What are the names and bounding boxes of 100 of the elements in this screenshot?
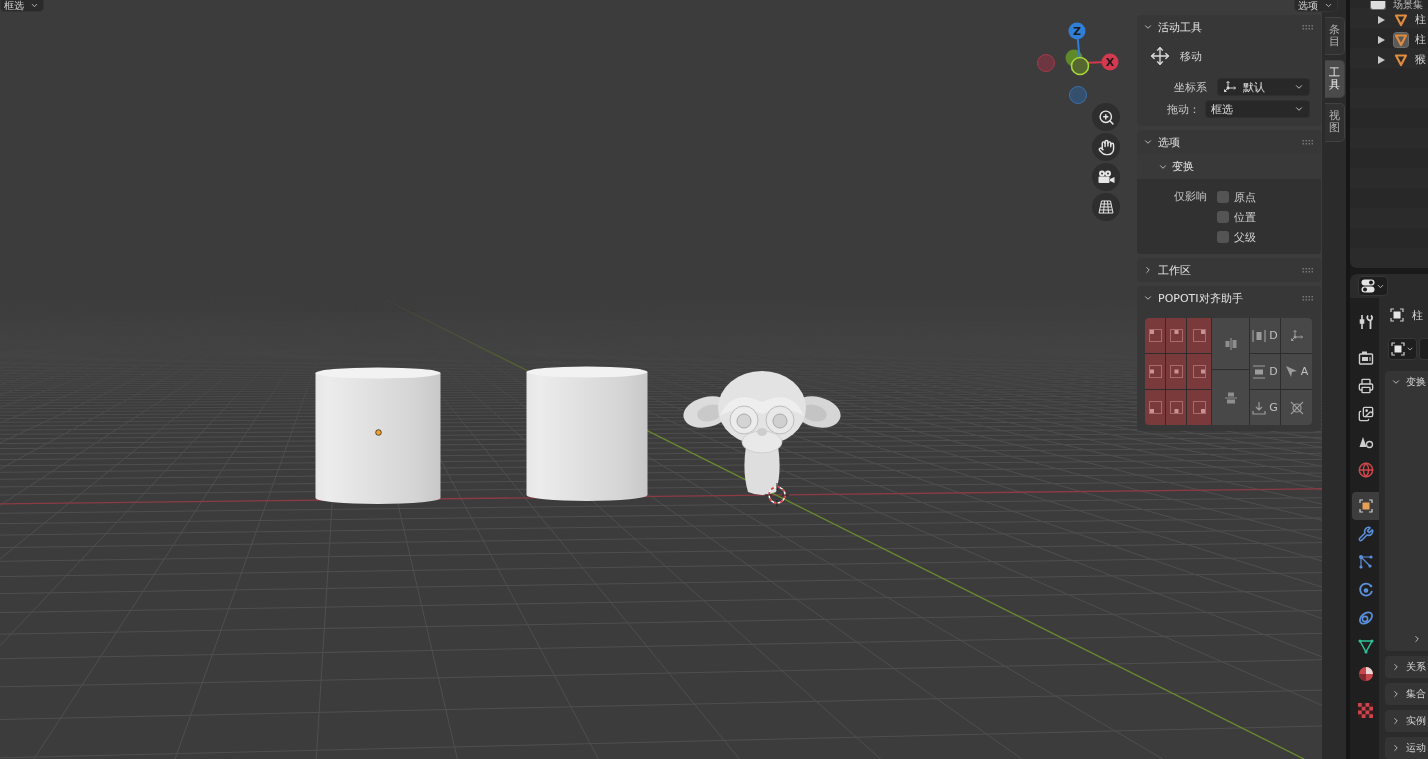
align-icon bbox=[1192, 401, 1206, 414]
panel-title[interactable]: 选项 bbox=[1158, 134, 1297, 150]
tool-button[interactable]: D bbox=[1250, 354, 1280, 389]
drag-handle-icon[interactable] bbox=[1302, 267, 1314, 273]
caret-icon bbox=[1324, 1, 1333, 10]
chevron-right-icon[interactable] bbox=[1391, 743, 1401, 753]
drag-handle-icon[interactable] bbox=[1302, 24, 1314, 30]
editor-type-button[interactable] bbox=[1358, 276, 1388, 296]
name-field[interactable] bbox=[1419, 338, 1428, 360]
tool-name: 移动 bbox=[1180, 48, 1202, 64]
outliner-item-label[interactable]: 场景集 bbox=[1393, 0, 1423, 10]
camera-view-button[interactable] bbox=[1092, 163, 1120, 191]
object-square-icon bbox=[1390, 308, 1404, 322]
tool-button[interactable] bbox=[1281, 390, 1312, 425]
axis-handle[interactable] bbox=[1037, 54, 1055, 72]
tool-button[interactable]: A bbox=[1281, 354, 1312, 389]
checkbox-label[interactable]: 父级 bbox=[1234, 229, 1256, 245]
checkbox-label[interactable]: 位置 bbox=[1234, 209, 1256, 225]
checkerboard-icon bbox=[1358, 702, 1373, 718]
zoom-button[interactable] bbox=[1092, 103, 1120, 131]
chevron-down-icon[interactable] bbox=[1143, 137, 1153, 147]
align-icon bbox=[1148, 365, 1162, 378]
expand-triangle-icon[interactable] bbox=[1378, 16, 1385, 24]
object-browse-button[interactable] bbox=[1388, 338, 1417, 360]
panel-title[interactable]: 实例 bbox=[1406, 714, 1426, 728]
chevron-right-icon[interactable] bbox=[1391, 716, 1401, 726]
expand-triangle-icon[interactable] bbox=[1378, 36, 1385, 44]
tool-button[interactable]: G bbox=[1250, 390, 1280, 425]
dropdown[interactable]: 默认 bbox=[1217, 78, 1310, 96]
outliner-item-label[interactable]: 柱 bbox=[1415, 33, 1426, 47]
mesh-object-icon[interactable] bbox=[1393, 32, 1409, 48]
expand-triangle-icon[interactable] bbox=[1378, 56, 1385, 64]
properties-tab[interactable] bbox=[1352, 492, 1379, 520]
axes-icon bbox=[1223, 80, 1237, 94]
drag-handle-icon[interactable] bbox=[1302, 295, 1314, 301]
object-square-icon bbox=[1391, 342, 1405, 356]
axis-handle[interactable] bbox=[1070, 56, 1090, 76]
dropdown[interactable]: 框选 bbox=[1205, 100, 1310, 118]
subpanel-title[interactable]: 变换 bbox=[1172, 159, 1321, 174]
field-label: 仅影响 bbox=[1174, 189, 1208, 205]
panel-title[interactable]: 活动工具 bbox=[1158, 19, 1297, 35]
toggle-icon bbox=[1361, 279, 1375, 293]
axis-handle[interactable] bbox=[1069, 86, 1087, 104]
align-button[interactable] bbox=[1212, 370, 1249, 425]
align-icon bbox=[1169, 401, 1183, 414]
sidebar-tab[interactable]: 工具 bbox=[1325, 60, 1345, 99]
align-button[interactable] bbox=[1212, 318, 1249, 369]
pointer-arrow-icon bbox=[1284, 365, 1298, 378]
mesh-object-icon[interactable] bbox=[1393, 52, 1409, 68]
origin-dot-icon bbox=[375, 429, 382, 436]
3d-cursor-icon bbox=[765, 483, 789, 507]
printer-icon bbox=[1357, 378, 1374, 394]
panel-title[interactable]: 工作区 bbox=[1158, 262, 1297, 278]
globe-icon bbox=[1357, 462, 1374, 478]
select-mode-dropdown[interactable]: 框选 bbox=[0, 0, 44, 12]
caret-icon bbox=[30, 1, 39, 10]
axes-icon bbox=[1289, 328, 1304, 343]
align-button[interactable] bbox=[1145, 318, 1165, 353]
material-sphere-icon bbox=[1357, 666, 1374, 682]
chain-link-icon bbox=[1357, 610, 1374, 626]
panel-title[interactable]: 运动 bbox=[1406, 741, 1426, 755]
panel-title[interactable]: 变换 bbox=[1406, 375, 1426, 389]
chevron-down-icon[interactable] bbox=[1143, 293, 1153, 303]
outliner-item-label[interactable]: 柱 bbox=[1415, 13, 1426, 27]
align-icon bbox=[1169, 329, 1183, 342]
collection-icon bbox=[1370, 0, 1386, 10]
drag-handle-icon[interactable] bbox=[1302, 139, 1314, 145]
panel-title[interactable]: 关系 bbox=[1406, 660, 1426, 674]
panel-title[interactable]: 集合 bbox=[1406, 687, 1426, 701]
pan-button[interactable] bbox=[1092, 133, 1120, 161]
align-icon bbox=[1169, 365, 1183, 378]
align-icon bbox=[1192, 329, 1206, 342]
caret-icon bbox=[1294, 82, 1304, 92]
panel-title[interactable]: POPOTI对齐助手 bbox=[1158, 290, 1297, 306]
align-button[interactable] bbox=[1145, 390, 1165, 425]
chevron-right-icon[interactable] bbox=[1391, 689, 1401, 699]
options-dropdown[interactable]: 选项 bbox=[1294, 0, 1338, 12]
tool-button[interactable]: D bbox=[1250, 318, 1280, 353]
wrench-icon bbox=[1357, 526, 1374, 542]
checkbox[interactable] bbox=[1217, 191, 1229, 203]
outliner-item-label[interactable]: 猴 bbox=[1415, 53, 1426, 67]
center-align-icon bbox=[1224, 390, 1237, 405]
checkbox[interactable] bbox=[1217, 231, 1229, 243]
caret-icon bbox=[1294, 104, 1304, 114]
chevron-down-icon[interactable] bbox=[1391, 377, 1401, 387]
center-align-icon bbox=[1223, 337, 1238, 350]
object-square-icon bbox=[1358, 499, 1373, 513]
mesh-triangle-icon bbox=[1357, 638, 1374, 654]
chevron-right-icon[interactable] bbox=[1143, 265, 1153, 275]
checkbox[interactable] bbox=[1217, 211, 1229, 223]
projection-button[interactable] bbox=[1092, 193, 1120, 221]
particles-icon bbox=[1357, 554, 1374, 570]
movie-camera-icon bbox=[1097, 170, 1115, 184]
mesh-object-icon[interactable] bbox=[1393, 12, 1409, 28]
checkbox-label[interactable]: 原点 bbox=[1234, 189, 1256, 205]
sidebar-tab[interactable]: 视图 bbox=[1325, 103, 1345, 142]
chevron-right-icon[interactable] bbox=[1412, 634, 1422, 644]
chevron-right-icon[interactable] bbox=[1391, 662, 1401, 672]
sidebar-tab[interactable]: 条目 bbox=[1325, 17, 1345, 56]
chevron-down-icon[interactable] bbox=[1143, 22, 1153, 32]
